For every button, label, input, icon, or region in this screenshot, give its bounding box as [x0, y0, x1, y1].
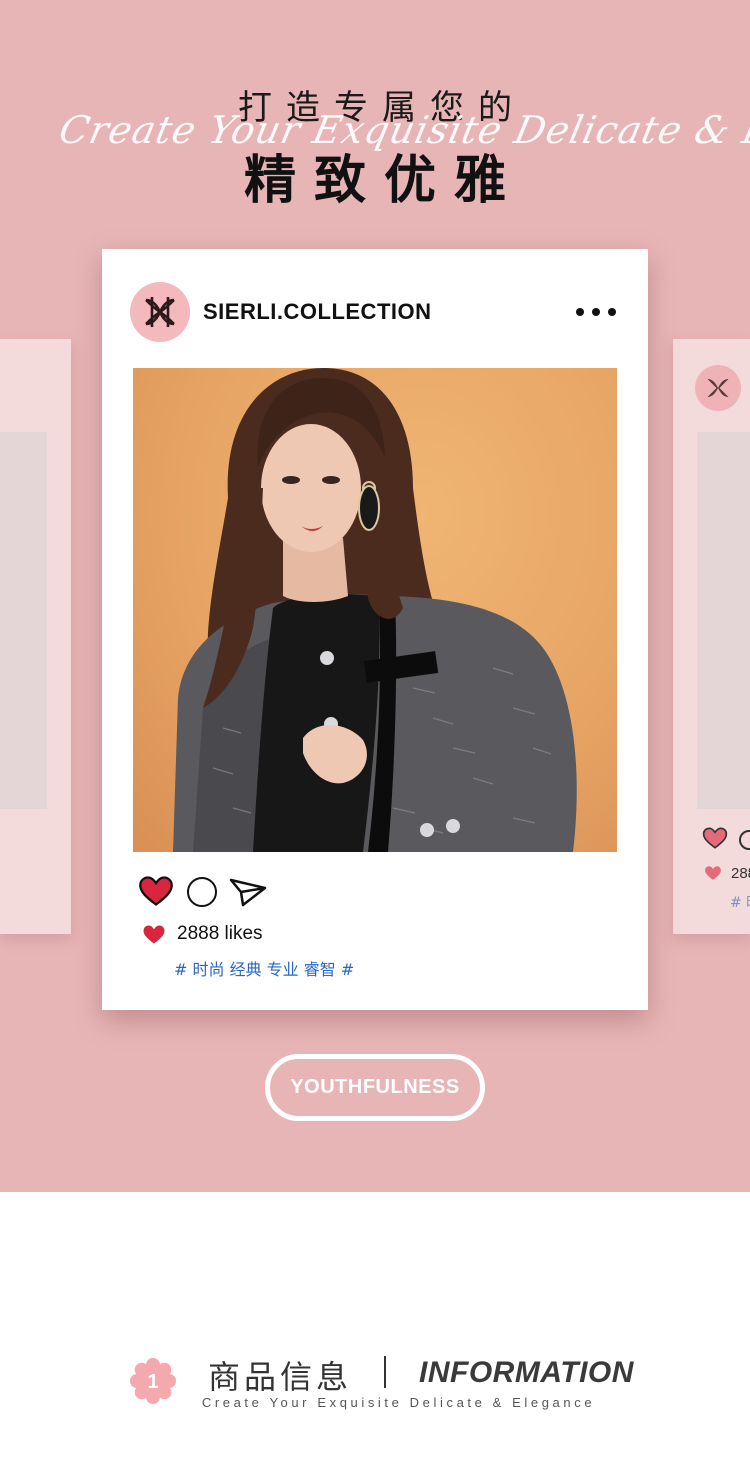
- section-title-en: INFORMATION: [419, 1356, 634, 1389]
- headline-main: 精致优雅: [243, 151, 524, 211]
- avatar[interactable]: [130, 282, 190, 342]
- post-card: SIERLI.COLLECTION 2888 likes # 时尚 经典 专业 …: [102, 249, 648, 1010]
- post-username[interactable]: SIERLI.COLLECTION: [203, 299, 432, 325]
- side-likes-count: 288: [731, 865, 750, 882]
- hero-section: 打造专属您的 Create Your Exquisite Delicate & …: [0, 0, 750, 1192]
- model-illustration: [173, 368, 577, 852]
- side-post-card-left[interactable]: [0, 339, 71, 934]
- section-divider: [384, 1356, 386, 1388]
- heart-icon: [705, 866, 721, 880]
- side-post-card-right[interactable]: 288 # 时: [673, 339, 750, 934]
- side-hashtags[interactable]: # 时: [730, 892, 750, 912]
- section-subtitle: Create Your Exquisite Delicate & Eleganc…: [201, 1395, 596, 1410]
- side-post-photo: [697, 432, 750, 809]
- section-number: 1: [147, 1371, 158, 1393]
- model-photo: [133, 368, 617, 852]
- comment-circle-icon[interactable]: [739, 830, 750, 850]
- comment-circle-icon[interactable]: [187, 877, 217, 907]
- more-dots-icon[interactable]: [576, 306, 616, 318]
- sierli-logo-icon: [145, 297, 175, 327]
- heart-icon[interactable]: [702, 826, 728, 850]
- heart-icon[interactable]: [138, 875, 174, 907]
- heart-icon: [143, 925, 165, 943]
- youthfulness-button[interactable]: YOUTHFULNESS: [265, 1054, 485, 1121]
- sierli-logo-icon: [695, 365, 741, 411]
- hashtags[interactable]: # 时尚 经典 专业 睿智 #: [174, 956, 354, 980]
- likes-row: 2888 likes: [142, 923, 263, 945]
- side-post-photo: [0, 432, 47, 809]
- send-icon[interactable]: [228, 877, 268, 907]
- likes-count[interactable]: 2888 likes: [177, 923, 263, 945]
- section-title-cn: 商品信息: [208, 1358, 353, 1396]
